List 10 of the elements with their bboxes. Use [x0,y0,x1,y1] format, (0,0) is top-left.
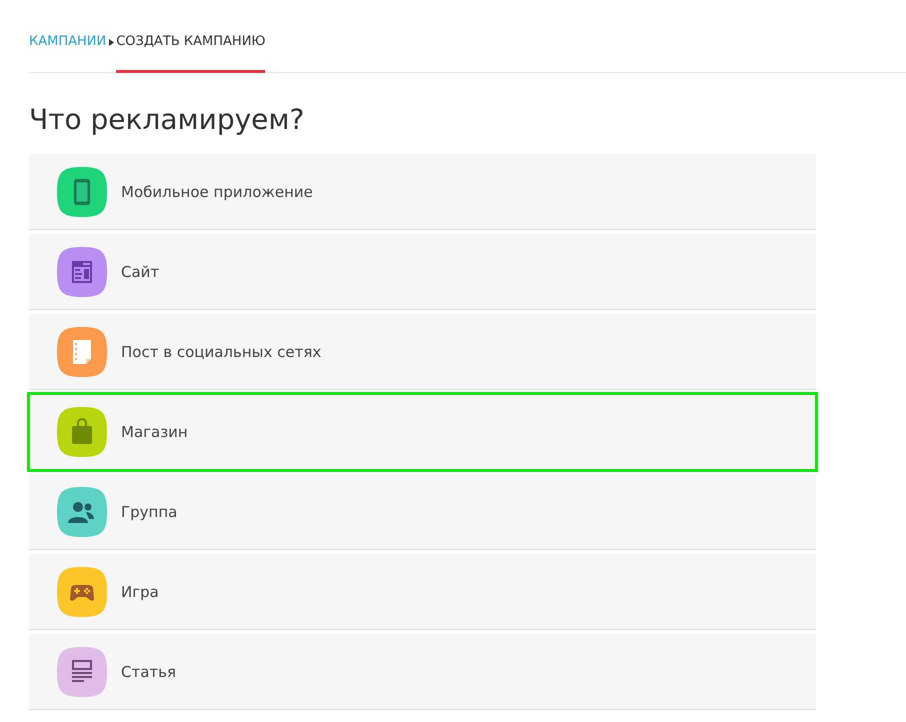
option-item[interactable]: Сайт [29,234,816,310]
option-item[interactable]: Игра [29,554,816,630]
option-item[interactable]: Группа [29,474,816,550]
option-item[interactable]: Мобильное приложение [29,154,816,230]
option-item[interactable]: Пост в социальных сетях [29,314,816,390]
option-item[interactable]: Магазин [29,394,816,470]
option-item[interactable]: Статья [29,634,816,710]
page-heading: Что рекламируем? [29,103,306,136]
breadcrumb-tab[interactable]: СОЗДАТЬ КАМПАНИЮ [116,0,266,73]
chevron-right-icon [108,39,114,46]
